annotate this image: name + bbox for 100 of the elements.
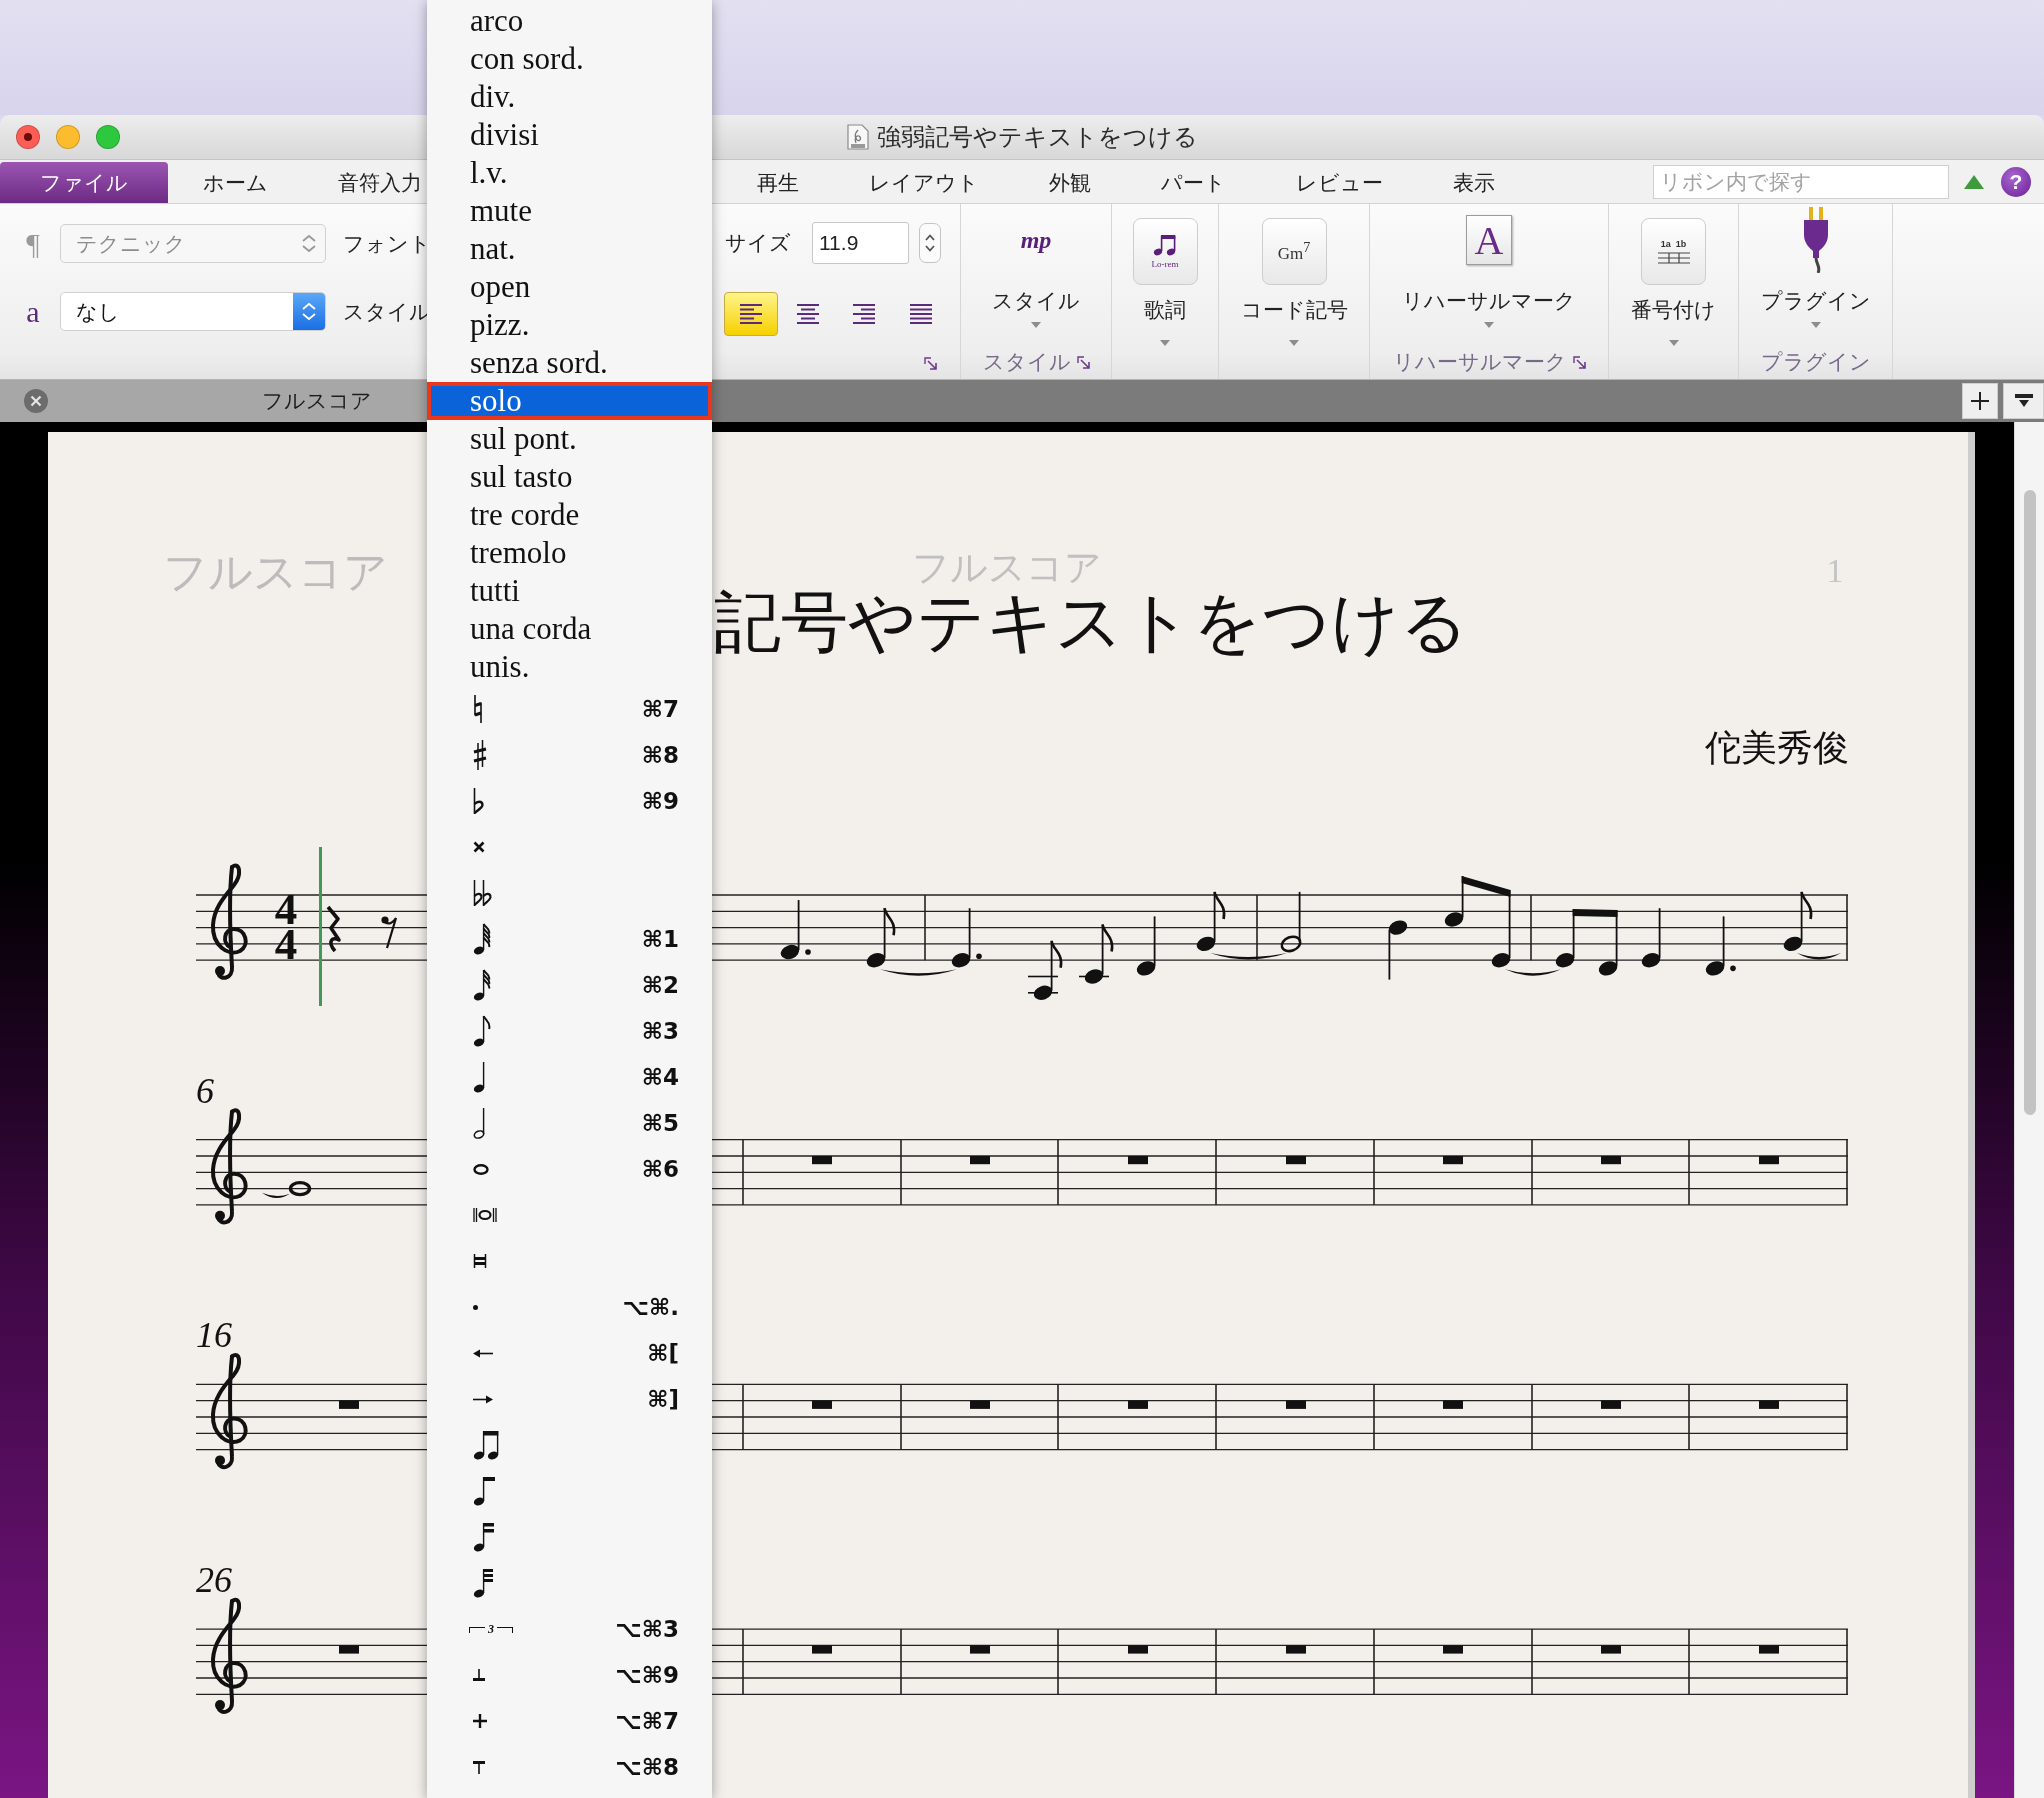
close-icon[interactable] [24, 389, 48, 413]
shortcut-label: ⌘1 [641, 926, 679, 952]
menu-item[interactable]: con sord. [427, 40, 712, 78]
note-icon [780, 899, 811, 960]
note-icon [1280, 891, 1302, 953]
note-icon [1783, 891, 1813, 952]
menu-item[interactable]: open [427, 268, 712, 306]
thirty-second-note-icon [473, 969, 491, 1001]
double-beam-note-icon [473, 1522, 494, 1552]
menu-item[interactable]: 3 ⌥⌘3 [427, 1606, 712, 1652]
menu-item[interactable]: ⌥⌘9 [427, 1652, 712, 1698]
menu-item[interactable]: ⌘8 [427, 732, 712, 778]
whole-rest-icon [812, 1156, 832, 1165]
help-button[interactable]: ? [2001, 166, 2031, 197]
ribbon-tab[interactable]: 再生 [722, 162, 834, 203]
ribbon-tab[interactable]: レビュー [1261, 162, 1418, 203]
menu-item[interactable]: ⌥⌘. [427, 1284, 712, 1330]
menu-item[interactable]: ⌘] [427, 1376, 712, 1422]
search-field[interactable]: リボン内で探す [1653, 164, 1949, 199]
whole-rest-icon [1128, 1645, 1148, 1654]
shortcut-label: ⌥⌘7 [615, 1708, 679, 1734]
align-left-icon [740, 304, 762, 324]
whole-rest-icon [812, 1645, 832, 1654]
menu-item[interactable]: ⌘7 [427, 686, 712, 732]
whole-rest-icon [1128, 1400, 1148, 1409]
dialog-launcher-icon[interactable] [924, 357, 937, 370]
shortcut-label: ⌥⌘9 [615, 1662, 679, 1688]
menu-item[interactable]: senza sord. [427, 344, 712, 382]
menu-item[interactable]: ⌘1 [427, 916, 712, 962]
style-button[interactable]: mp スタイル [988, 210, 1084, 330]
half-note-icon [473, 1107, 485, 1139]
vertical-scrollbar[interactable] [2014, 422, 2044, 1798]
menu-item[interactable]: sul pont. [427, 420, 712, 458]
ribbon-tab[interactable]: 表示 [1418, 162, 1530, 203]
menu-item[interactable]: ⌘4 [427, 1054, 712, 1100]
caret-icon [1810, 322, 1821, 328]
whole-rest-icon [1443, 1400, 1463, 1409]
document-tab[interactable]: フルスコア [0, 380, 427, 422]
plugin-button[interactable]: プラグイン [1756, 210, 1875, 330]
menu-item[interactable]: unis. [427, 648, 712, 686]
caret-icon [1160, 340, 1170, 346]
font-size-field[interactable]: 11.9 [812, 222, 909, 264]
up-down-chevron-icon [293, 293, 325, 330]
tab-list-button[interactable] [2003, 383, 2044, 419]
ribbon-tab[interactable]: ファイル [0, 162, 168, 203]
menu-item[interactable]: ⌥⌘8 [427, 1744, 712, 1790]
ribbon-tab[interactable]: 外観 [1014, 162, 1126, 203]
menu-item[interactable]: tre corde [427, 496, 712, 534]
menu-item[interactable]: sul tasto [427, 458, 712, 496]
whole-note-icon [473, 1163, 489, 1175]
align-justify-icon [909, 304, 932, 324]
menu-item[interactable]: div. [427, 78, 712, 116]
character-style-dropdown[interactable]: なし [60, 292, 326, 331]
chord-symbol-icon: Gm$^{7}$ [1261, 218, 1327, 285]
treble-clef-icon [211, 863, 248, 980]
menu-item[interactable]: ⌘5 [427, 1100, 712, 1146]
ribbon-tab[interactable]: レイアウト [834, 162, 1014, 203]
beamed-notes-icon [1555, 908, 1618, 976]
window-title: 強弱記号やテキストをつける [876, 122, 1198, 152]
align-button[interactable] [724, 292, 778, 336]
menu-item[interactable]: ⌥⌘7 [427, 1698, 712, 1744]
menu-item[interactable]: ⌘6 [427, 1146, 712, 1192]
menu-item[interactable]: ⌘3 [427, 1008, 712, 1054]
menu-item[interactable]: ⌘2 [427, 962, 712, 1008]
lyrics-icon: Lo-rem [1132, 218, 1198, 285]
measure-number: 6 [196, 1070, 214, 1111]
treble-clef-icon [211, 1597, 248, 1714]
beamed-notes-icon [1444, 875, 1511, 968]
zoom-window-button[interactable] [96, 125, 120, 149]
whole-rest-icon [970, 1645, 990, 1654]
dialog-launcher-icon[interactable] [1572, 355, 1586, 369]
menu-item[interactable]: divisi [427, 116, 712, 154]
chord-symbol-button[interactable]: Gm$^{7}$ コード記号 [1236, 218, 1352, 348]
menu-item[interactable]: tremolo [427, 534, 712, 572]
menu-item[interactable]: pizz. [427, 306, 712, 344]
rehearsal-mark-button[interactable]: A リハーサルマーク [1398, 210, 1580, 330]
menu-item[interactable]: tutti [427, 572, 712, 610]
menu-item[interactable]: arco [427, 2, 712, 40]
minimize-window-button[interactable] [56, 125, 80, 149]
menu-item[interactable]: solo [427, 382, 712, 420]
menu-item[interactable]: ⌘9 [427, 778, 712, 824]
lyrics-button[interactable]: Lo-rem 歌詞 [1128, 218, 1202, 348]
close-window-button[interactable] [16, 125, 40, 149]
note-icon [1641, 907, 1661, 968]
down-tack-icon [473, 1760, 485, 1774]
menu-item[interactable]: una corda [427, 610, 712, 648]
add-tab-button[interactable] [1962, 383, 1998, 419]
up-triangle-icon[interactable] [1964, 174, 1984, 189]
whole-rest-icon [1601, 1645, 1621, 1654]
menu-item[interactable]: ⌘[ [427, 1330, 712, 1376]
size-stepper[interactable] [919, 223, 941, 263]
whole-rest-icon [1286, 1645, 1306, 1654]
tie-curve [1797, 952, 1841, 960]
numbering-button[interactable]: 1a 1b 番号付け [1627, 218, 1720, 348]
shortcut-label: ⌘[ [647, 1340, 679, 1366]
ribbon-tab[interactable]: ホーム [168, 162, 303, 203]
scrollbar-thumb[interactable] [2023, 490, 2036, 1115]
ribbon-tab[interactable]: パート [1126, 162, 1261, 203]
dialog-launcher-icon[interactable] [1076, 355, 1090, 369]
shortcut-label: ⌘7 [641, 696, 679, 722]
